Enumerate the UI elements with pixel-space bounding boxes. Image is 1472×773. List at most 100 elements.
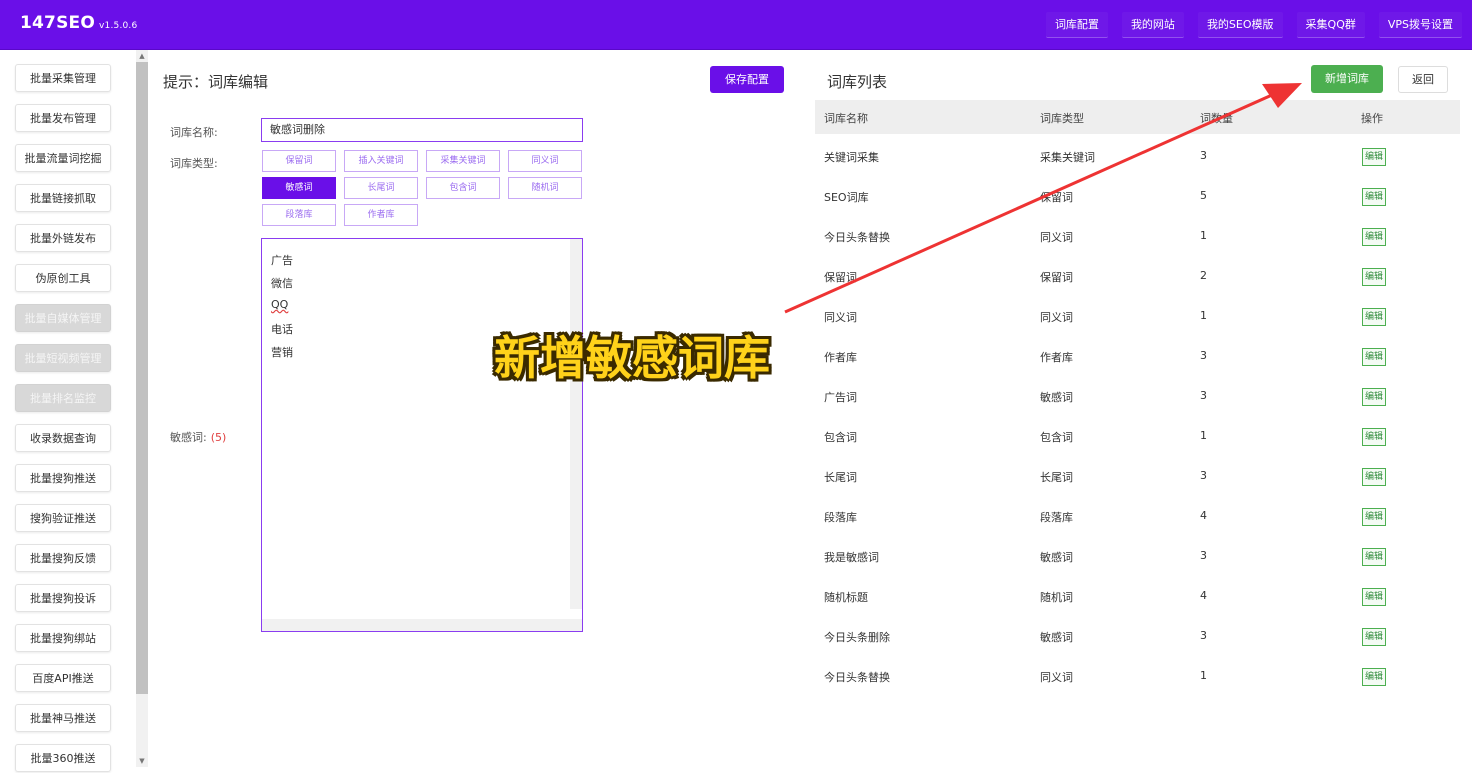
resize-handle-icon[interactable] xyxy=(570,619,582,631)
type-option-9[interactable]: 作者库 xyxy=(344,204,418,226)
words-textarea[interactable]: 广告 微信 QQ 电话 营销 xyxy=(261,238,583,632)
row-count: 3 xyxy=(1200,469,1207,482)
type-option-1[interactable]: 插入关键词 xyxy=(344,150,418,172)
type-label: 词库类型: xyxy=(170,157,218,170)
row-count: 3 xyxy=(1200,549,1207,562)
sidebar-scrollbar[interactable]: ▲ ▼ xyxy=(136,50,148,767)
table-header: 词库名称 词库类型 词数量 操作 xyxy=(815,100,1460,134)
row-type: 同义词 xyxy=(1040,231,1073,244)
edit-button[interactable]: 编辑 xyxy=(1362,348,1386,366)
table-row: 包含词 包含词 1 编辑 xyxy=(815,419,1460,459)
back-button[interactable]: 返回 xyxy=(1398,66,1448,93)
add-dictionary-button[interactable]: 新增词库 xyxy=(1311,65,1383,93)
type-option-4[interactable]: 敏感词 xyxy=(262,177,336,199)
sidebar-item-13[interactable]: 批量搜狗投诉 xyxy=(15,584,111,612)
edit-button[interactable]: 编辑 xyxy=(1362,148,1386,166)
sidebar-item-5[interactable]: 伪原创工具 xyxy=(15,264,111,292)
edit-button[interactable]: 编辑 xyxy=(1362,668,1386,686)
sidebar-item-1[interactable]: 批量发布管理 xyxy=(15,104,111,132)
header-name: 词库名称 xyxy=(824,112,868,125)
sidebar-item-14[interactable]: 批量搜狗绑站 xyxy=(15,624,111,652)
edit-button[interactable]: 编辑 xyxy=(1362,468,1386,486)
edit-button[interactable]: 编辑 xyxy=(1362,228,1386,246)
sidebar-item-12[interactable]: 批量搜狗反馈 xyxy=(15,544,111,572)
header-type: 词库类型 xyxy=(1040,112,1084,125)
textarea-vertical-scrollbar[interactable] xyxy=(570,239,582,609)
edit-button[interactable]: 编辑 xyxy=(1362,508,1386,526)
nav-item-2[interactable]: 我的SEO模版 xyxy=(1197,12,1283,38)
table-row: SEO词库 保留词 5 编辑 xyxy=(815,179,1460,219)
edit-button[interactable]: 编辑 xyxy=(1362,428,1386,446)
edit-button[interactable]: 编辑 xyxy=(1362,308,1386,326)
edit-button[interactable]: 编辑 xyxy=(1362,588,1386,606)
edit-button[interactable]: 编辑 xyxy=(1362,388,1386,406)
sidebar-item-4[interactable]: 批量外链发布 xyxy=(15,224,111,252)
row-count: 3 xyxy=(1200,149,1207,162)
type-option-0[interactable]: 保留词 xyxy=(262,150,336,172)
sidebar-item-17[interactable]: 批量360推送 xyxy=(15,744,111,772)
row-name: SEO词库 xyxy=(824,191,869,204)
row-type: 段落库 xyxy=(1040,511,1073,524)
sidebar-item-8: 批量排名监控 xyxy=(15,384,111,412)
row-type: 采集关键词 xyxy=(1040,151,1095,164)
edit-button[interactable]: 编辑 xyxy=(1362,188,1386,206)
nav-item-3[interactable]: 采集QQ群 xyxy=(1296,12,1365,38)
table-row: 长尾词 长尾词 3 编辑 xyxy=(815,459,1460,499)
row-count: 1 xyxy=(1200,429,1207,442)
words-label-text: 敏感词: xyxy=(170,431,207,444)
table-row: 今日头条删除 敏感词 3 编辑 xyxy=(815,619,1460,659)
nav-item-0[interactable]: 词库配置 xyxy=(1045,12,1108,38)
row-count: 5 xyxy=(1200,189,1207,202)
table-row: 保留词 保留词 2 编辑 xyxy=(815,259,1460,299)
table-row: 广告词 敏感词 3 编辑 xyxy=(815,379,1460,419)
header-actions: 操作 xyxy=(1361,112,1383,125)
row-name: 今日头条删除 xyxy=(824,631,890,644)
row-name: 包含词 xyxy=(824,431,857,444)
type-option-3[interactable]: 同义词 xyxy=(508,150,582,172)
sidebar-item-9[interactable]: 收录数据查询 xyxy=(15,424,111,452)
sidebar-item-10[interactable]: 批量搜狗推送 xyxy=(15,464,111,492)
dictionary-name-input[interactable]: 敏感词删除 xyxy=(261,118,583,142)
type-option-2[interactable]: 采集关键词 xyxy=(426,150,500,172)
save-config-button[interactable]: 保存配置 xyxy=(710,66,784,93)
word-line: 微信 xyxy=(271,277,293,290)
scroll-down-icon[interactable]: ▼ xyxy=(138,756,146,766)
row-name: 保留词 xyxy=(824,271,857,284)
row-type: 同义词 xyxy=(1040,311,1073,324)
scroll-thumb[interactable] xyxy=(136,62,148,694)
sidebar-item-2[interactable]: 批量流量词挖掘 xyxy=(15,144,111,172)
type-option-6[interactable]: 包含词 xyxy=(426,177,500,199)
sidebar-item-11[interactable]: 搜狗验证推送 xyxy=(15,504,111,532)
row-name: 段落库 xyxy=(824,511,857,524)
edit-button[interactable]: 编辑 xyxy=(1362,628,1386,646)
row-name: 今日头条替换 xyxy=(824,231,890,244)
type-option-5[interactable]: 长尾词 xyxy=(344,177,418,199)
sidebar-item-0[interactable]: 批量采集管理 xyxy=(15,64,111,92)
edit-button[interactable]: 编辑 xyxy=(1362,268,1386,286)
sidebar-item-3[interactable]: 批量链接抓取 xyxy=(15,184,111,212)
row-count: 2 xyxy=(1200,269,1207,282)
nav-item-1[interactable]: 我的网站 xyxy=(1121,12,1184,38)
annotation-callout: 新增敏感词库 xyxy=(494,331,770,385)
name-label: 词库名称: xyxy=(170,126,218,139)
textarea-horizontal-scrollbar[interactable] xyxy=(262,619,570,631)
nav-item-4[interactable]: VPS拨号设置 xyxy=(1378,12,1462,38)
row-name: 关键词采集 xyxy=(824,151,879,164)
row-name: 长尾词 xyxy=(824,471,857,484)
table-row: 同义词 同义词 1 编辑 xyxy=(815,299,1460,339)
row-name: 广告词 xyxy=(824,391,857,404)
app-brand: 147SEO v1.5.0.6 xyxy=(20,13,137,33)
type-option-7[interactable]: 随机词 xyxy=(508,177,582,199)
sidebar-item-15[interactable]: 百度API推送 xyxy=(15,664,111,692)
words-count: (5) xyxy=(210,431,227,444)
scroll-up-icon[interactable]: ▲ xyxy=(138,51,146,61)
row-count: 1 xyxy=(1200,309,1207,322)
row-type: 同义词 xyxy=(1040,671,1073,684)
edit-button[interactable]: 编辑 xyxy=(1362,548,1386,566)
row-count: 3 xyxy=(1200,389,1207,402)
word-line: 电话 xyxy=(271,323,293,336)
table-row: 今日头条替换 同义词 1 编辑 xyxy=(815,219,1460,259)
sidebar-item-16[interactable]: 批量神马推送 xyxy=(15,704,111,732)
type-option-8[interactable]: 段落库 xyxy=(262,204,336,226)
table-row: 随机标题 随机词 4 编辑 xyxy=(815,579,1460,619)
